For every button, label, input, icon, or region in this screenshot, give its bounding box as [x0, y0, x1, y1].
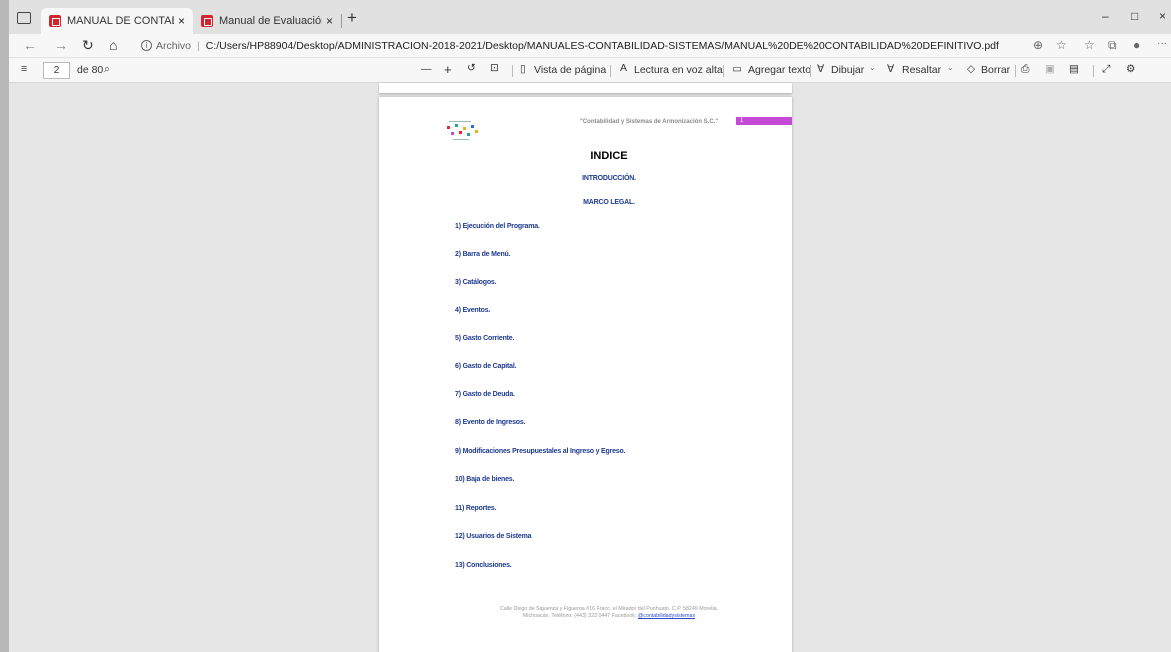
- scheme-label: Archivo: [156, 39, 192, 52]
- url-field[interactable]: i Archivo | C:/Users/HP88904/Desktop/ADM…: [141, 36, 1026, 55]
- page-number-input[interactable]: 2: [43, 62, 70, 79]
- tab-strip: MANUAL DE CONTABILIDAD DE × Manual de Ev…: [9, 0, 1171, 34]
- pdf-icon: [201, 15, 213, 27]
- page-view-button[interactable]: Vista de página: [534, 64, 606, 76]
- toc-item: 1) Ejecución del Programa.: [455, 223, 540, 230]
- chevron-down-icon[interactable]: ⌄: [869, 63, 876, 72]
- rotate-icon[interactable]: ↺: [467, 62, 476, 74]
- toc-item: 13) Conclusiones.: [455, 562, 512, 569]
- toolbar-separator: [723, 65, 724, 77]
- page-view-icon: ▯: [520, 63, 526, 75]
- new-tab-button[interactable]: +: [347, 8, 357, 28]
- pdf-viewer[interactable]: "Contabilidad y Sistemas de Armonización…: [9, 83, 1171, 652]
- toolbar-separator: [512, 65, 513, 77]
- toc-item: 7) Gasto de Deuda.: [455, 391, 515, 398]
- footer-contact: Michoacán. Teléfono: (443) 323 0447 Face…: [522, 613, 637, 619]
- document-header-text: "Contabilidad y Sistemas de Armonización…: [580, 119, 719, 125]
- read-aloud-button[interactable]: Lectura en voz alta: [634, 64, 723, 76]
- browser-window: MANUAL DE CONTABILIDAD DE × Manual de Ev…: [9, 0, 1171, 652]
- document-title: INDICE: [590, 150, 628, 162]
- tab-separator: [341, 14, 342, 28]
- address-bar: ← → ↻ ⌂ i Archivo | C:/Users/HP88904/Des…: [9, 34, 1171, 57]
- toc-item: 8) Evento de Ingresos.: [455, 419, 526, 426]
- draw-icon: ∀: [817, 63, 825, 75]
- forward-arrow-icon[interactable]: →: [54, 37, 68, 53]
- left-window-edge: [0, 0, 9, 652]
- save-as-icon[interactable]: ▤: [1069, 63, 1079, 75]
- collections-icon[interactable]: ⧉: [1108, 38, 1117, 53]
- info-icon[interactable]: i: [141, 40, 152, 51]
- add-text-icon: ▭: [732, 63, 742, 75]
- maximize-button[interactable]: □: [1131, 9, 1138, 23]
- draw-button[interactable]: Dibujar: [831, 64, 864, 76]
- pdf-icon: [49, 15, 61, 27]
- pin-toolbar-icon[interactable]: ⚙: [1126, 63, 1135, 75]
- toolbar-separator: [610, 65, 611, 77]
- erase-button[interactable]: Borrar: [981, 64, 1010, 76]
- pdf-page: "Contabilidad y Sistemas de Armonización…: [379, 97, 792, 652]
- page-count: de 80: [77, 64, 104, 76]
- toc-item: 10) Baja de bienes.: [455, 476, 515, 483]
- back-arrow-icon[interactable]: ←: [23, 37, 37, 53]
- url-text[interactable]: C:/Users/HP88904/Desktop/ADMINISTRACION-…: [206, 40, 999, 52]
- favorites-icon[interactable]: ☆: [1084, 38, 1095, 52]
- tab-title: MANUAL DE CONTABILIDAD DE: [67, 15, 174, 27]
- toolbar-separator: [1093, 65, 1094, 77]
- toc-item: 6) Gasto de Capital.: [455, 363, 517, 370]
- tab-title: Manual de Evaluación de Avanc: [219, 15, 322, 27]
- toolbar-separator: [810, 65, 811, 77]
- search-icon[interactable]: ⌕: [104, 63, 110, 76]
- company-logo: [445, 119, 481, 143]
- toc-item: 3) Catálogos.: [455, 279, 497, 286]
- toc-item: 12) Usuarios de Sistema: [455, 533, 532, 540]
- header-page-badge: 1: [736, 117, 792, 125]
- toc-item: 4) Eventos.: [455, 307, 491, 314]
- fullscreen-icon[interactable]: ⤢: [1102, 63, 1110, 76]
- previous-page-edge: [379, 83, 792, 93]
- document-footer: Calle Diego de Siguenza y Figueroa #16 F…: [379, 606, 839, 620]
- chevron-down-icon[interactable]: ⌄: [947, 63, 954, 72]
- zoom-icon[interactable]: ⊕: [1033, 38, 1043, 52]
- read-aloud-icon: A: [620, 62, 628, 74]
- toc-item: 2) Barra de Menú.: [455, 251, 511, 258]
- minimize-button[interactable]: –: [1102, 9, 1109, 23]
- toc-intro: INTRODUCCIÓN.: [582, 175, 636, 182]
- more-options-icon[interactable]: ···: [1157, 38, 1167, 49]
- home-icon[interactable]: ⌂: [109, 37, 117, 53]
- pdf-toolbar: ≡ 2 de 80 ⌕ — + ↺ ⊡ ▯ Vista de página A …: [9, 57, 1171, 83]
- zoom-out-button[interactable]: —: [421, 63, 432, 75]
- highlight-icon: ∀: [887, 63, 895, 75]
- highlight-button[interactable]: Resaltar: [902, 64, 941, 76]
- print-icon[interactable]: ⎙: [1021, 63, 1029, 76]
- toolbar-separator: [1015, 65, 1016, 77]
- toc-marco-legal: MARCO LEGAL.: [583, 199, 635, 206]
- save-icon[interactable]: ▣: [1045, 63, 1055, 75]
- toc-item: 9) Modificaciones Presupuestales al Ingr…: [455, 448, 626, 455]
- zoom-in-button[interactable]: +: [444, 62, 452, 77]
- refresh-icon[interactable]: ↻: [82, 37, 94, 54]
- table-of-contents-icon[interactable]: ≡: [21, 63, 27, 75]
- eraser-icon: ◇: [967, 63, 976, 75]
- tab-manual-contabilidad[interactable]: MANUAL DE CONTABILIDAD DE ×: [41, 8, 193, 34]
- close-tab-icon[interactable]: ×: [178, 14, 185, 28]
- tab-actions-icon[interactable]: [17, 12, 31, 24]
- close-window-button[interactable]: ×: [1159, 9, 1166, 23]
- toc-item: 5) Gasto Corriente.: [455, 335, 515, 342]
- toc-item: 11) Reportes.: [455, 505, 497, 512]
- url-separator: |: [197, 39, 200, 52]
- add-text-button[interactable]: Agregar texto: [748, 64, 811, 76]
- fit-page-icon[interactable]: ⊡: [490, 62, 499, 74]
- tab-manual-evaluacion[interactable]: Manual de Evaluación de Avanc ×: [193, 8, 341, 34]
- close-tab-icon[interactable]: ×: [326, 14, 333, 28]
- footer-address: Calle Diego de Siguenza y Figueroa #16 F…: [499, 606, 719, 612]
- favorite-add-icon[interactable]: ☆: [1056, 38, 1067, 52]
- profile-icon[interactable]: ●: [1133, 38, 1140, 52]
- facebook-link[interactable]: @contabilidadysistemas: [638, 613, 695, 619]
